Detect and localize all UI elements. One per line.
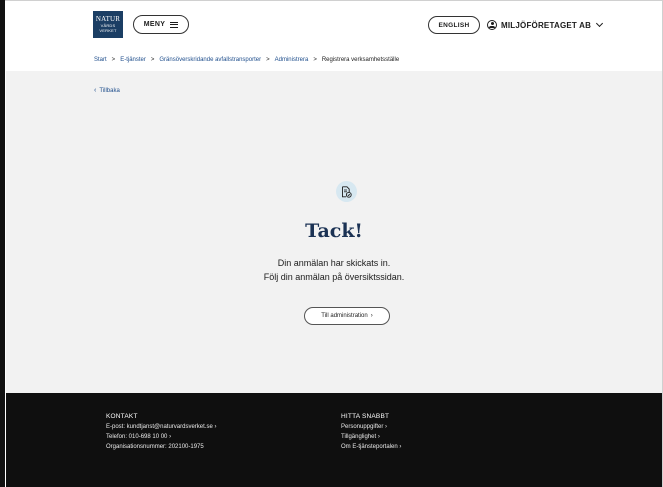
footer-contact-heading: KONTAKT (106, 413, 138, 420)
chevron-right-icon: › (214, 424, 217, 430)
menu-button-label: MENY (143, 21, 166, 28)
footer-phone-text: Telefon: 010-698 10 00 (106, 434, 168, 440)
logo-line-3: VERKET (99, 28, 117, 33)
breadcrumb-link-start[interactable]: Start (94, 57, 107, 63)
footer-quick-links-heading: HITTA SNABBT (341, 413, 390, 420)
account-menu-button[interactable]: MILJÖFÖRETAGET AB (487, 16, 604, 34)
footer-link-personuppgifter[interactable]: Personuppgifter › (341, 422, 401, 432)
chevron-left-icon: ‹ (94, 87, 97, 94)
footer-link-om-e-tjansteportalen[interactable]: Om E-tjänsteportalen › (341, 442, 401, 452)
account-name: MILJÖFÖRETAGET AB (501, 20, 592, 30)
footer-link-label: Personuppgifter (341, 424, 384, 430)
footer-quick-links: HITTA SNABBT Personuppgifter › Tillgängl… (341, 412, 401, 452)
to-administration-button[interactable]: Till administration › (304, 307, 390, 325)
language-button-label: ENGLISH (438, 21, 470, 29)
chevron-down-icon (596, 19, 604, 28)
breadcrumb-link-e-tjanster[interactable]: E-tjänster (120, 57, 146, 63)
chevron-right-icon: › (385, 424, 388, 430)
chevron-right-icon: › (370, 313, 373, 319)
to-administration-button-label: Till administration (321, 313, 368, 319)
site-header: NATUR VÅRDS VERKET MENY ENGLISH MILJÖFÖR… (6, 1, 662, 71)
naturvardsverket-logo[interactable]: NATUR VÅRDS VERKET (93, 11, 123, 38)
breadcrumb-separator-icon: > (266, 57, 270, 63)
hamburger-icon (170, 21, 179, 28)
breadcrumb-separator-icon: > (111, 57, 116, 63)
breadcrumb-separator-icon: > (313, 57, 317, 63)
document-check-icon (336, 181, 357, 202)
footer-org-number: Organisationsnummer: 202100-1975 (106, 444, 204, 450)
footer-email-text: E-post: kundtjanst@naturvardsverket.se (106, 424, 213, 430)
english-language-button[interactable]: ENGLISH (428, 16, 480, 34)
footer-link-label: Om E-tjänsteportalen (341, 444, 398, 450)
footer-link-label: Tillgänglighet (341, 434, 377, 440)
chevron-right-icon: › (399, 444, 402, 450)
breadcrumb-link-administrera[interactable]: Administrera (275, 57, 309, 63)
footer-phone-link[interactable]: Telefon: 010-698 10 00 › (106, 432, 216, 442)
site-footer: KONTAKT E-post: kundtjanst@naturvardsver… (6, 393, 662, 487)
footer-email-link[interactable]: E-post: kundtjanst@naturvardsverket.se › (106, 422, 216, 432)
breadcrumb-link-avfallstransporter[interactable]: Gränsöverskridande avfallstransporter (159, 57, 261, 63)
back-link[interactable]: ‹ Tillbaka (94, 87, 120, 94)
user-icon (487, 20, 497, 30)
chevron-right-icon: › (377, 434, 380, 440)
breadcrumb: Start > E-tjänster > Gränsöverskridande … (94, 57, 399, 63)
breadcrumb-current: Registrera verksamhetsställe (321, 57, 400, 63)
footer-contact: KONTAKT E-post: kundtjanst@naturvardsver… (106, 412, 216, 452)
window-left-edge (0, 0, 5, 487)
confirmation-message-line-2: Följ din anmälan på översiktssidan. (263, 272, 405, 282)
logo-line-1: NATUR (95, 15, 121, 23)
breadcrumb-separator-icon: > (150, 57, 155, 63)
page-title: Tack! (305, 220, 363, 242)
menu-button[interactable]: MENY (133, 15, 189, 34)
footer-link-tillganglighet[interactable]: Tillgänglighet › (341, 432, 401, 442)
confirmation-content: ‹ Tillbaka Tack! Din anmälan har skickat… (6, 71, 662, 393)
back-link-label: Tillbaka (99, 87, 120, 94)
confirmation-message-line-1: Din anmälan har skickats in. (277, 258, 391, 268)
chevron-right-icon: › (169, 434, 172, 440)
